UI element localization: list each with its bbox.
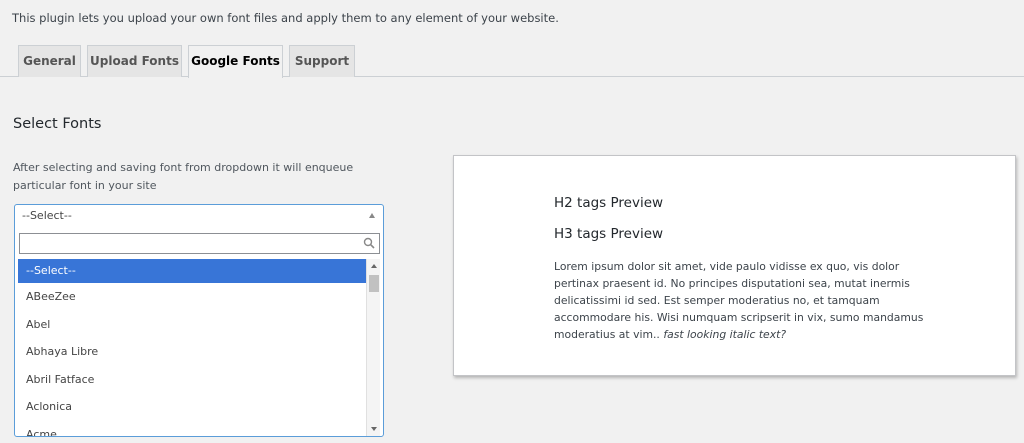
font-preview-panel: H2 tags Preview H3 tags Preview Lorem ip…: [453, 155, 1016, 376]
caret-up-icon[interactable]: [369, 213, 375, 218]
h3-preview: H3 tags Preview: [554, 226, 664, 242]
help-text: After selecting and saving font from dro…: [13, 161, 354, 192]
search-field[interactable]: [19, 233, 380, 254]
tab-general[interactable]: General: [18, 45, 81, 77]
scroll-down-arrow-icon[interactable]: [371, 427, 377, 431]
font-option[interactable]: --Select--: [18, 259, 366, 283]
scroll-up-arrow-icon[interactable]: [371, 264, 377, 268]
tab-google-fonts[interactable]: Google Fonts: [188, 45, 283, 78]
list-scrollbar[interactable]: [366, 259, 380, 436]
font-option[interactable]: Aclonica: [18, 393, 366, 421]
font-option[interactable]: ABeeZee: [18, 283, 366, 311]
search-input[interactable]: [20, 234, 379, 253]
font-option[interactable]: Abhaya Libre: [18, 338, 366, 366]
h2-preview: H2 tags Preview: [554, 195, 664, 211]
font-options-list[interactable]: --Select-- ABeeZee Abel Abhaya Libre Abr…: [18, 259, 366, 436]
scrollbar-thumb[interactable]: [369, 275, 379, 292]
select-current-value[interactable]: --Select--: [15, 205, 383, 227]
tab-bar: General Upload Fonts Google Fonts Suppor…: [0, 44, 1024, 78]
tab-support[interactable]: Support: [289, 45, 355, 77]
plugin-description: This plugin lets you upload your own fon…: [12, 11, 559, 25]
section-title: Select Fonts: [13, 116, 102, 132]
font-option[interactable]: Abril Fatface: [18, 366, 366, 394]
tab-upload-fonts[interactable]: Upload Fonts: [87, 45, 182, 77]
preview-paragraph: Lorem ipsum dolor sit amet, vide paulo v…: [554, 258, 924, 343]
font-option[interactable]: Acme: [18, 421, 366, 437]
font-option[interactable]: Abel: [18, 311, 366, 339]
font-select-dropdown[interactable]: --Select-- --Select-- ABeeZee Abel Abhay…: [14, 204, 384, 437]
preview-italic-text: fast looking italic text?: [663, 328, 787, 341]
search-icon: [363, 237, 375, 249]
